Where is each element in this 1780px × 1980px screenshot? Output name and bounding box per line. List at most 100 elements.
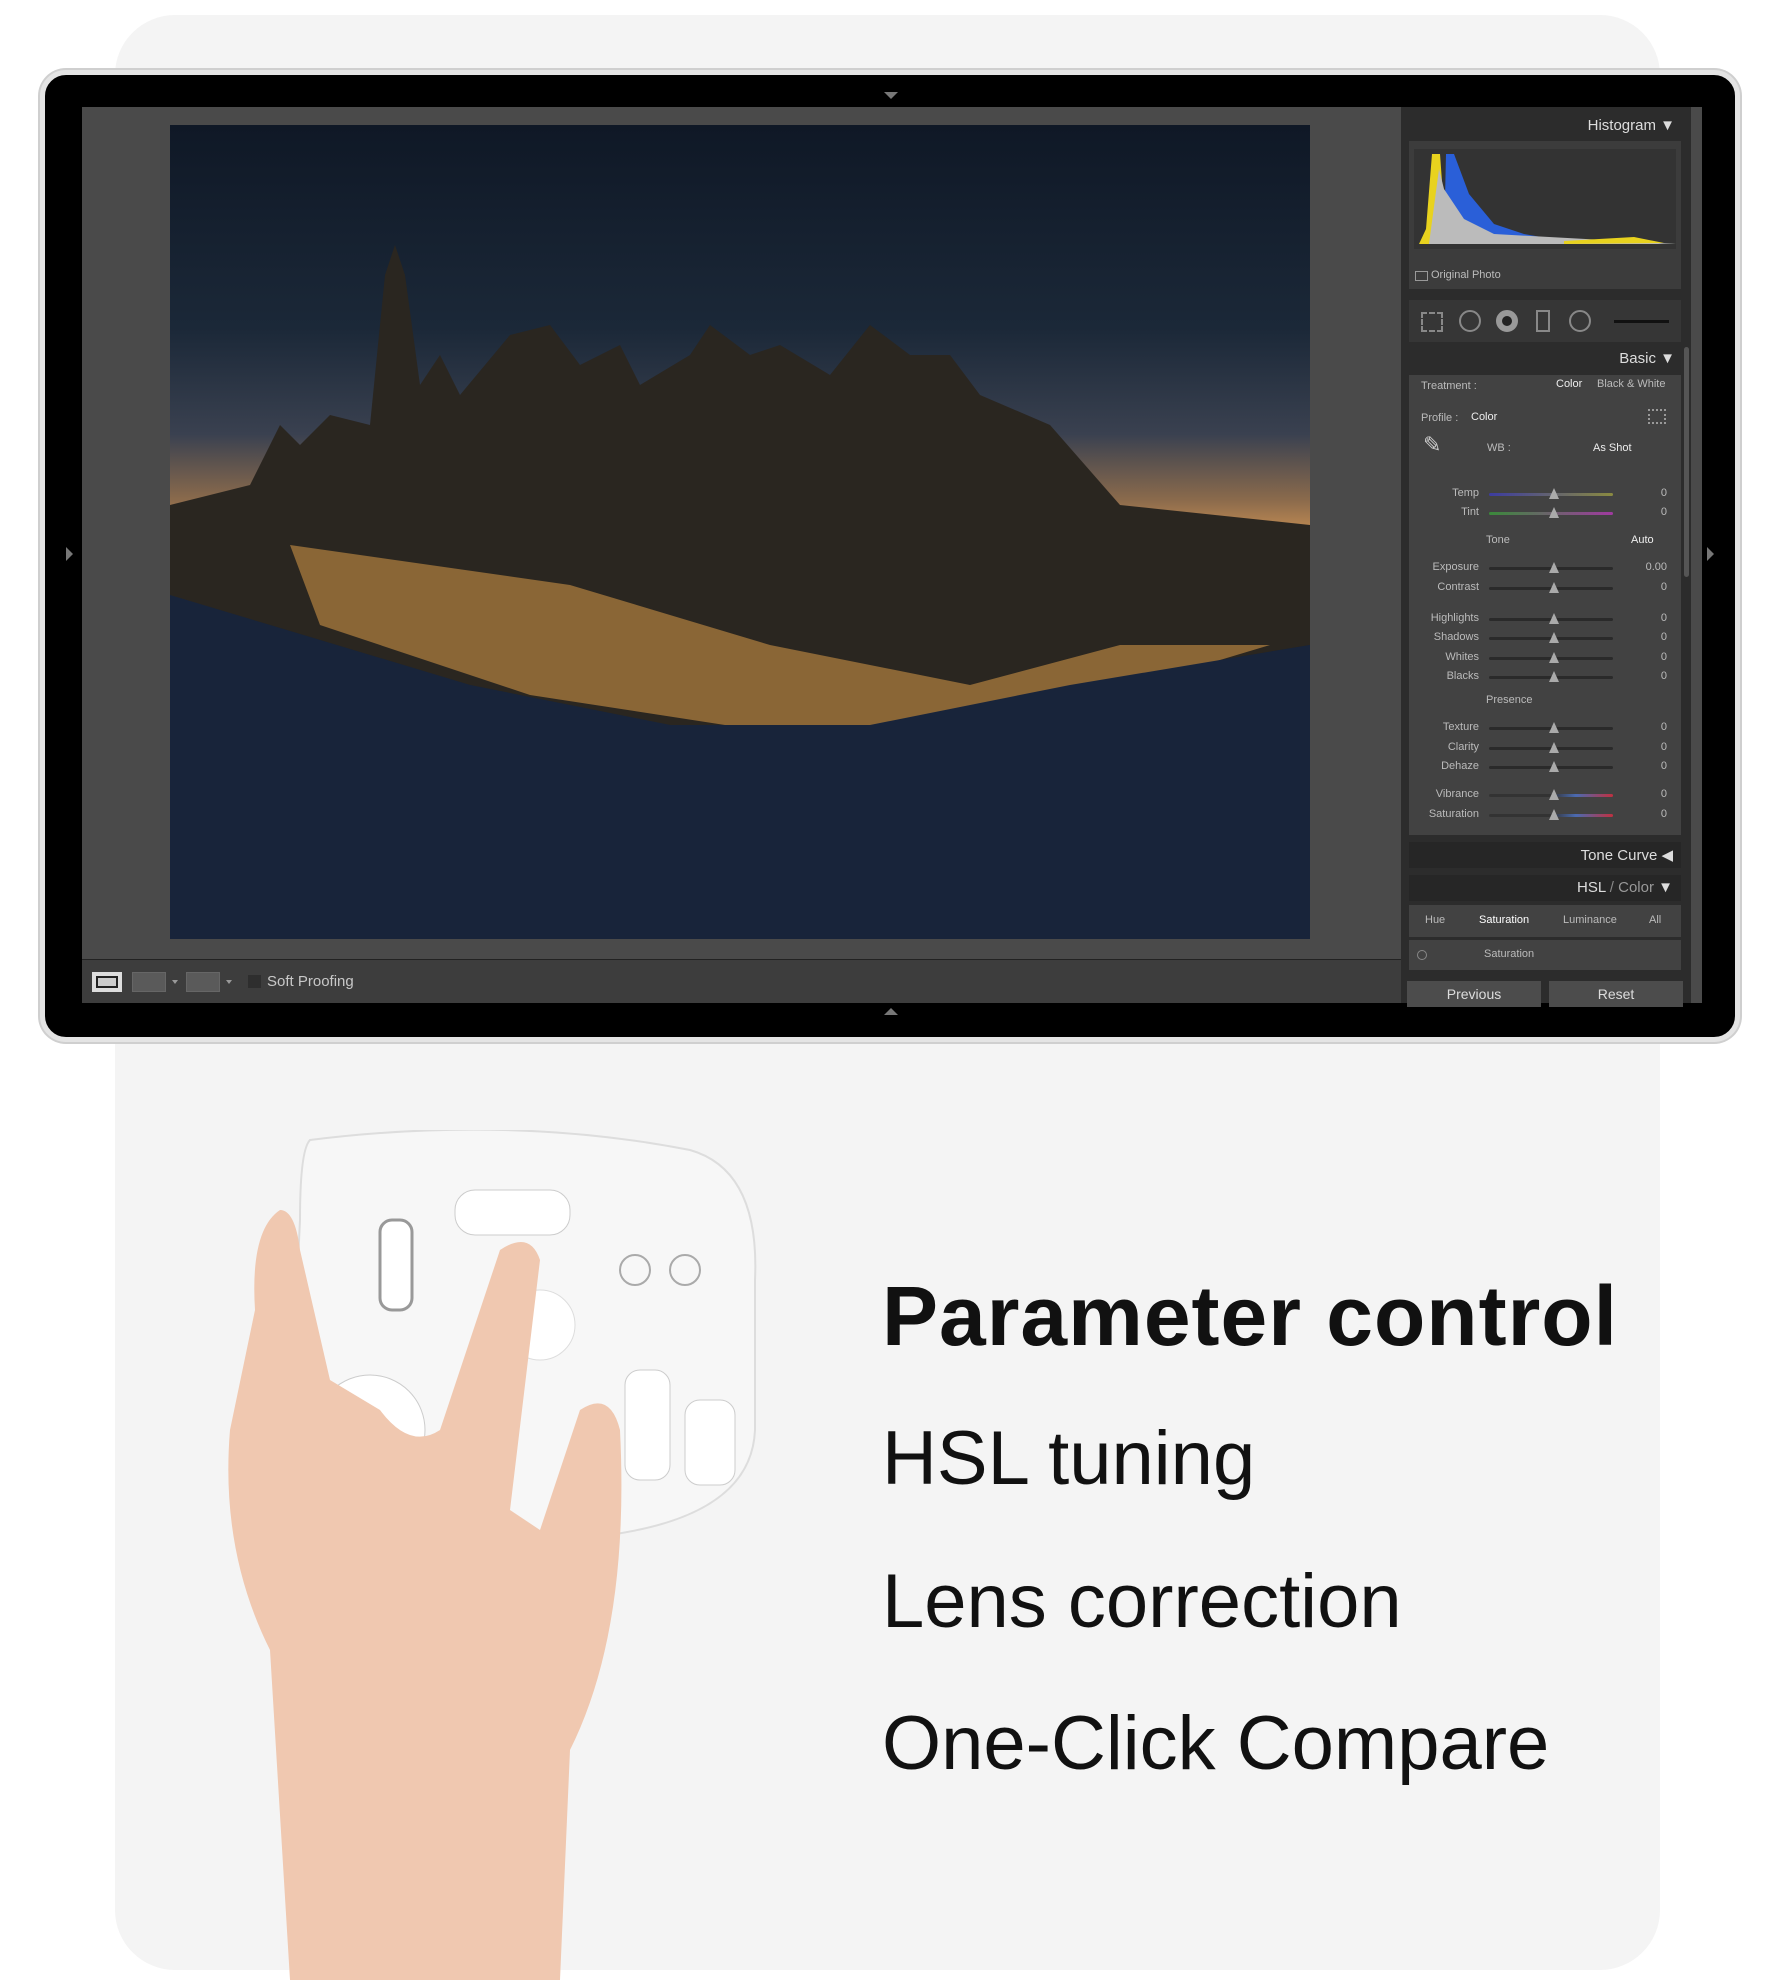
slider-row-whites: Whites 0 bbox=[1401, 649, 1691, 667]
tone-label: Tone bbox=[1486, 534, 1510, 546]
before-after-button[interactable] bbox=[186, 972, 220, 992]
slider-value[interactable]: 0.00 bbox=[1646, 561, 1667, 573]
collapse-left-arrow[interactable] bbox=[66, 547, 73, 561]
tab-luminance[interactable]: Luminance bbox=[1563, 914, 1617, 926]
before-after-dropdown-icon[interactable] bbox=[226, 980, 232, 984]
hsl-separator: / bbox=[1605, 879, 1619, 896]
slider-label: Dehaze bbox=[1441, 760, 1479, 772]
slider-thumb[interactable] bbox=[1549, 613, 1559, 624]
graduated-filter-icon[interactable] bbox=[1536, 310, 1550, 332]
slider-row-tint: Tint 0 bbox=[1401, 504, 1691, 522]
treatment-color-button[interactable]: Color bbox=[1556, 378, 1582, 390]
slider-value[interactable]: 0 bbox=[1661, 760, 1667, 772]
tool-strip bbox=[1409, 300, 1681, 342]
slider-row-highlights: Highlights 0 bbox=[1401, 610, 1691, 628]
slider-row-exposure: Exposure 0.00 bbox=[1401, 559, 1691, 577]
shadows-slider[interactable] bbox=[1489, 632, 1613, 643]
compare-dropdown-icon[interactable] bbox=[172, 980, 178, 984]
slider-label: Highlights bbox=[1430, 612, 1479, 624]
collapse-right-arrow[interactable] bbox=[1707, 547, 1714, 561]
hsl-saturation-row: Saturation bbox=[1409, 940, 1681, 970]
temp-slider[interactable] bbox=[1489, 488, 1613, 499]
blacks-slider[interactable] bbox=[1489, 671, 1613, 682]
red-eye-icon[interactable] bbox=[1496, 310, 1518, 332]
texture-slider[interactable] bbox=[1489, 722, 1613, 733]
slider-thumb[interactable] bbox=[1549, 761, 1559, 772]
histogram-header[interactable]: Histogram ▼ bbox=[1588, 117, 1675, 134]
tone-curve-header[interactable]: Tone Curve ◀ bbox=[1409, 842, 1681, 868]
tab-all[interactable]: All bbox=[1649, 914, 1661, 926]
hsl-header[interactable]: HSL / Color ▼ bbox=[1409, 875, 1681, 901]
slider-value[interactable]: 0 bbox=[1661, 506, 1667, 518]
presence-label: Presence bbox=[1486, 694, 1533, 706]
slider-label: Texture bbox=[1442, 721, 1479, 733]
reset-button[interactable]: Reset bbox=[1549, 981, 1683, 1007]
wb-eyedropper-icon[interactable]: ✎ bbox=[1423, 432, 1441, 458]
highlights-slider[interactable] bbox=[1489, 613, 1613, 624]
slider-value[interactable]: 0 bbox=[1661, 631, 1667, 643]
slider-value[interactable]: 0 bbox=[1661, 721, 1667, 733]
basic-title: Basic bbox=[1619, 350, 1656, 367]
profile-browser-icon[interactable] bbox=[1648, 409, 1666, 424]
crop-tool-icon[interactable] bbox=[1421, 312, 1443, 332]
clarity-slider[interactable] bbox=[1489, 742, 1613, 753]
compare-view-button[interactable] bbox=[132, 972, 166, 992]
slider-value[interactable]: 0 bbox=[1661, 651, 1667, 663]
feature-lens-correction: Lens correction bbox=[882, 1559, 1402, 1644]
feature-title: Parameter control bbox=[882, 1269, 1618, 1363]
slider-row-vibrance: Vibrance 0 bbox=[1401, 786, 1691, 804]
wb-label: WB : bbox=[1487, 442, 1511, 454]
slider-thumb[interactable] bbox=[1549, 488, 1559, 499]
auto-tone-button[interactable]: Auto bbox=[1631, 534, 1654, 546]
vibrance-slider[interactable] bbox=[1489, 789, 1613, 800]
slider-value[interactable]: 0 bbox=[1661, 487, 1667, 499]
dehaze-slider[interactable] bbox=[1489, 761, 1613, 772]
tab-hue[interactable]: Hue bbox=[1425, 914, 1445, 926]
feature-hsl-tuning: HSL tuning bbox=[882, 1416, 1256, 1501]
slider-value[interactable]: 0 bbox=[1661, 741, 1667, 753]
slider-thumb[interactable] bbox=[1549, 742, 1559, 753]
brush-size-slider[interactable] bbox=[1614, 320, 1669, 323]
wb-dropdown[interactable]: As Shot bbox=[1593, 442, 1632, 454]
original-photo-checkbox[interactable] bbox=[1415, 271, 1428, 281]
slider-value[interactable]: 0 bbox=[1661, 670, 1667, 682]
loupe-view-button[interactable] bbox=[92, 972, 122, 992]
slider-label: Vibrance bbox=[1435, 788, 1479, 800]
contrast-slider[interactable] bbox=[1489, 582, 1613, 593]
whites-slider[interactable] bbox=[1489, 652, 1613, 663]
slider-row-saturation: Saturation 0 bbox=[1401, 806, 1691, 824]
collapse-top-arrow[interactable] bbox=[884, 92, 898, 99]
hsl-title: HSL bbox=[1576, 879, 1606, 896]
slider-thumb[interactable] bbox=[1549, 722, 1559, 733]
previous-button[interactable]: Previous bbox=[1407, 981, 1541, 1007]
slider-value[interactable]: 0 bbox=[1661, 788, 1667, 800]
treatment-bw-button[interactable]: Black & White bbox=[1597, 378, 1665, 390]
slider-thumb[interactable] bbox=[1549, 582, 1559, 593]
slider-thumb[interactable] bbox=[1549, 562, 1559, 573]
slider-thumb[interactable] bbox=[1549, 632, 1559, 643]
soft-proofing-checkbox[interactable] bbox=[248, 975, 261, 988]
radial-filter-icon[interactable] bbox=[1569, 310, 1591, 332]
basic-header[interactable]: Basic ▼ bbox=[1619, 350, 1675, 367]
develop-panel: Histogram ▼ Original Photo Basic ▼ Treat… bbox=[1401, 107, 1691, 1007]
slider-thumb[interactable] bbox=[1549, 809, 1559, 820]
tint-slider[interactable] bbox=[1489, 507, 1613, 518]
tab-saturation[interactable]: Saturation bbox=[1479, 914, 1529, 926]
slider-thumb[interactable] bbox=[1549, 507, 1559, 518]
slider-thumb[interactable] bbox=[1549, 789, 1559, 800]
slider-value[interactable]: 0 bbox=[1661, 612, 1667, 624]
exposure-slider[interactable] bbox=[1489, 562, 1613, 573]
slider-row-clarity: Clarity 0 bbox=[1401, 739, 1691, 757]
slider-label: Saturation bbox=[1428, 808, 1479, 820]
profile-dropdown[interactable]: Color bbox=[1471, 411, 1497, 423]
saturation-slider[interactable] bbox=[1489, 809, 1613, 820]
slider-thumb[interactable] bbox=[1549, 671, 1559, 682]
spot-removal-icon[interactable] bbox=[1459, 310, 1481, 332]
slider-thumb[interactable] bbox=[1549, 652, 1559, 663]
panel-scrollbar[interactable] bbox=[1684, 347, 1689, 577]
slider-value[interactable]: 0 bbox=[1661, 581, 1667, 593]
slider-value[interactable]: 0 bbox=[1661, 808, 1667, 820]
target-adjust-icon[interactable] bbox=[1417, 950, 1427, 960]
collapse-bottom-arrow[interactable] bbox=[884, 1008, 898, 1015]
slider-row-shadows: Shadows 0 bbox=[1401, 629, 1691, 647]
